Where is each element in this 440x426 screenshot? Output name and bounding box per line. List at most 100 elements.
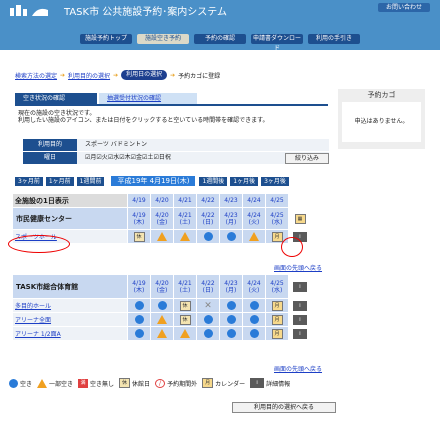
- facility-arena-half-a[interactable]: アリーナ 1/2面A: [12, 326, 128, 341]
- info-cell[interactable]: i: [288, 312, 312, 327]
- date-cell[interactable]: 4/24 (火): [242, 207, 266, 230]
- next-1-month-button[interactable]: 1ヶ月後: [230, 176, 259, 186]
- date-cell[interactable]: 4/22 (日): [196, 207, 220, 230]
- status-cell[interactable]: 月: [265, 298, 289, 313]
- nav-download[interactable]: 申請書ダウンロード: [251, 34, 303, 52]
- status-cell[interactable]: [127, 326, 151, 341]
- facility-multipurpose-hall[interactable]: 多目的ホール: [12, 298, 128, 313]
- status-cell[interactable]: [242, 326, 266, 341]
- step-date-current: 利用日の選択: [121, 70, 168, 80]
- tab-lottery[interactable]: 抽選受付状況の確認: [99, 93, 197, 104]
- step-cart: 予約カゴに登録: [178, 72, 221, 80]
- status-cell[interactable]: [196, 312, 220, 327]
- info-icon: i: [293, 314, 307, 325]
- next-3-months-button[interactable]: 3ヶ月後: [261, 176, 289, 186]
- date-cell[interactable]: 4/20 (金): [150, 274, 174, 299]
- info-cell[interactable]: i: [288, 326, 312, 341]
- status-cell[interactable]: 休: [173, 298, 197, 313]
- date-cell[interactable]: 4/20: [150, 193, 174, 208]
- cart-panel: 予約カゴ 申込はありません。: [338, 89, 425, 149]
- checkbox-mon[interactable]: ☑月: [85, 152, 96, 164]
- status-cell[interactable]: 月: [265, 326, 289, 341]
- open-icon: [226, 301, 236, 310]
- cart-title: 予約カゴ: [367, 91, 396, 99]
- checkbox-thu[interactable]: ☑木: [119, 152, 130, 164]
- date-cell[interactable]: 4/22: [196, 193, 220, 208]
- prev-3-months-button[interactable]: 3ヶ月前: [15, 176, 43, 186]
- date-cell[interactable]: 4/21 (土): [173, 207, 197, 230]
- status-cell[interactable]: [242, 298, 266, 313]
- calendar-header[interactable]: ▦: [288, 207, 312, 230]
- date-cell[interactable]: 4/24: [242, 193, 266, 208]
- status-cell[interactable]: [219, 229, 243, 244]
- date-cell[interactable]: 4/19 (木): [127, 274, 151, 299]
- checkbox-sun[interactable]: ☑日祝: [153, 152, 170, 164]
- date-cell[interactable]: 4/25 (水): [265, 207, 289, 230]
- status-cell[interactable]: [150, 312, 174, 327]
- step-purpose[interactable]: 利用目的の選択: [68, 71, 110, 80]
- date-cell[interactable]: 4/25 (水): [265, 274, 289, 299]
- city-logo-icon: [10, 5, 48, 16]
- nav-top[interactable]: 施設予約トップ: [80, 34, 132, 44]
- info-icon: i: [250, 378, 265, 388]
- status-cell[interactable]: ✕: [196, 298, 220, 313]
- prev-1-month-button[interactable]: 1ヶ月前: [45, 176, 74, 186]
- date-cell[interactable]: 4/23 (月): [219, 274, 243, 299]
- status-cell[interactable]: [196, 326, 220, 341]
- narrow-button[interactable]: 絞り込み: [285, 153, 329, 164]
- checkbox-sat[interactable]: ☑土: [142, 152, 153, 164]
- status-cell[interactable]: 休: [173, 312, 197, 327]
- notice-line2: 利用したい施設のアイコン、または日付をクリックすると空いている時間帯を確認できま…: [18, 117, 269, 124]
- nav-availability[interactable]: 施設空き予約: [137, 34, 189, 44]
- info-header[interactable]: i: [288, 274, 312, 299]
- nav-confirm[interactable]: 予約の確認: [194, 34, 246, 44]
- status-cell[interactable]: [150, 326, 174, 341]
- status-cell[interactable]: [242, 312, 266, 327]
- date-cell[interactable]: 4/24 (火): [242, 274, 266, 299]
- back-to-top-link[interactable]: 画面の先頭へ戻る: [274, 263, 322, 272]
- date-cell[interactable]: 4/23: [219, 193, 243, 208]
- tab-availability[interactable]: 空き状況の確認: [15, 93, 97, 104]
- prev-week-button[interactable]: 1週間前: [76, 176, 105, 186]
- status-cell[interactable]: [150, 229, 174, 244]
- date-cell[interactable]: 4/19: [127, 193, 151, 208]
- partial-icon: [37, 378, 48, 388]
- status-cell[interactable]: [219, 312, 243, 327]
- date-cell[interactable]: 4/22 (日): [196, 274, 220, 299]
- checkbox-tue[interactable]: ☑火: [96, 152, 107, 164]
- checkbox-fri[interactable]: ☑金: [131, 152, 142, 164]
- next-week-button[interactable]: 1週間後: [199, 176, 228, 186]
- status-cell[interactable]: 月: [265, 312, 289, 327]
- calendar-icon: 月: [202, 378, 214, 388]
- nav-guide[interactable]: 利用の手引き: [308, 34, 360, 44]
- legend-rest: 休館日: [132, 380, 151, 388]
- date-cell[interactable]: 4/20 (金): [150, 207, 174, 230]
- status-cell[interactable]: [196, 229, 220, 244]
- info-cell[interactable]: i: [288, 298, 312, 313]
- status-cell[interactable]: [219, 298, 243, 313]
- status-cell[interactable]: [219, 326, 243, 341]
- status-cell[interactable]: [127, 298, 151, 313]
- cart-body: 申込はありません。: [342, 102, 421, 142]
- closed-day-icon: 休: [179, 300, 191, 311]
- facility-arena-full[interactable]: アリーナ全面: [12, 312, 128, 327]
- status-cell[interactable]: [150, 298, 174, 313]
- arrow-icon: ➔: [113, 71, 119, 79]
- checkbox-wed[interactable]: ☑水: [108, 152, 119, 164]
- partial-icon: [157, 315, 167, 324]
- status-cell[interactable]: 休: [127, 229, 151, 244]
- status-cell[interactable]: [173, 326, 197, 341]
- date-cell[interactable]: 4/19 (木): [127, 207, 151, 230]
- legend: 空き 一部空き 満空き無し 休休館日 / 予約期間外 月カレンダー i 詳細情報: [9, 378, 295, 388]
- status-cell[interactable]: [127, 312, 151, 327]
- date-cell[interactable]: 4/21 (土): [173, 274, 197, 299]
- date-cell[interactable]: 4/25: [265, 193, 289, 208]
- status-cell[interactable]: [173, 229, 197, 244]
- help-button[interactable]: お問い合わせ: [378, 3, 430, 12]
- date-cell[interactable]: 4/23 (月): [219, 207, 243, 230]
- back-to-purpose-button[interactable]: 利用目的の選択へ戻る: [232, 402, 336, 413]
- back-to-top-link[interactable]: 画面の先頭へ戻る: [274, 364, 322, 373]
- status-cell[interactable]: [242, 229, 266, 244]
- date-cell[interactable]: 4/21: [173, 193, 197, 208]
- step-search-method[interactable]: 検索方法の選定: [15, 71, 57, 80]
